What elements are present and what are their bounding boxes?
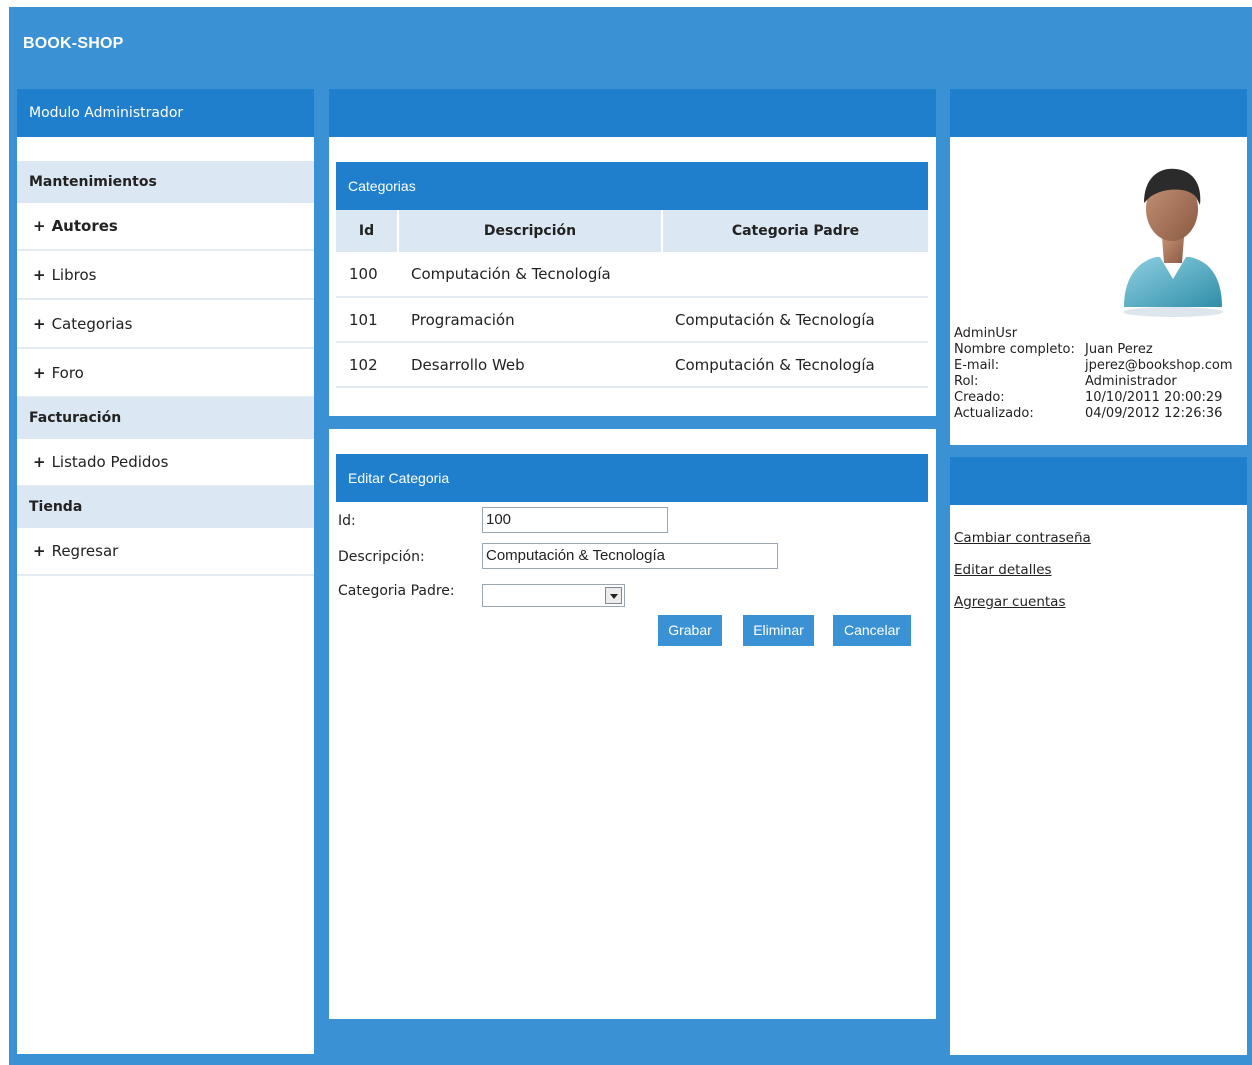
delete-button[interactable]: Eliminar <box>743 615 814 646</box>
section-tienda: Tienda <box>17 486 314 528</box>
cell-descripcion: Programación <box>398 297 662 343</box>
table-row[interactable]: 101 Programación Computación & Tecnologí… <box>336 297 928 343</box>
table-row[interactable]: 102 Desarrollo Web Computación & Tecnolo… <box>336 342 928 388</box>
plus-icon: + <box>33 542 46 560</box>
user-info: AdminUsr Nombre completo: Juan Perez E-ma… <box>954 326 1249 422</box>
user-avatar-icon <box>1123 168 1223 317</box>
brand-logo[interactable]: BOOK-SHOP <box>23 35 123 53</box>
sidebar-item-foro[interactable]: + Foro <box>17 350 314 398</box>
sidebar-item-label: Autores <box>51 217 118 235</box>
sidebar-item-listado-pedidos[interactable]: + Listado Pedidos <box>17 439 314 487</box>
info-value: 04/09/2012 12:26:36 <box>1085 406 1223 421</box>
info-value: Juan Perez <box>1085 342 1153 357</box>
descripcion-field[interactable]: Computación & Tecnología <box>482 543 778 569</box>
categorias-title: Categorias <box>336 162 928 210</box>
info-value: 10/10/2011 20:00:29 <box>1085 390 1223 405</box>
user-panel: AdminUsr Nombre completo: Juan Perez E-ma… <box>950 89 1247 445</box>
info-label: Rol: <box>954 374 979 389</box>
categoria-padre-label: Categoria Padre: <box>338 583 455 599</box>
id-label: Id: <box>338 513 356 529</box>
info-label: Nombre completo: <box>954 342 1075 357</box>
sidebar-header: Modulo Administrador <box>17 89 314 137</box>
sidebar-item-categorias[interactable]: + Categorias <box>17 301 314 349</box>
change-password-link[interactable]: Cambiar contraseña <box>954 530 1091 546</box>
plus-icon: + <box>33 453 46 471</box>
sidebar-item-libros[interactable]: + Libros <box>17 252 314 300</box>
cancel-button[interactable]: Cancelar <box>833 615 911 646</box>
categorias-table: Id Descripción Categoria Padre 100 Compu… <box>336 210 928 388</box>
id-field[interactable]: 100 <box>482 507 668 533</box>
editar-panel: Editar Categoria Id: 100 Descripción: Co… <box>329 429 936 1019</box>
sidebar-item-label: Libros <box>51 266 97 284</box>
save-button[interactable]: Grabar <box>658 615 722 646</box>
plus-icon: + <box>33 266 46 284</box>
cell-descripcion: Desarrollo Web <box>398 342 662 388</box>
sidebar-item-autores[interactable]: + Autores <box>17 203 314 251</box>
cell-padre: Computación & Tecnología <box>662 342 928 388</box>
page-frame: BOOK-SHOP Modulo Administrador Mantenimi… <box>9 7 1252 1065</box>
edit-details-link[interactable]: Editar detalles <box>954 562 1052 578</box>
cell-descripcion: Computación & Tecnología <box>398 252 662 298</box>
section-mantenimientos: Mantenimientos <box>17 161 314 203</box>
cell-id: 101 <box>336 297 398 343</box>
info-label: Creado: <box>954 390 1005 405</box>
plus-icon: + <box>33 364 46 382</box>
categorias-panel: Categorias Id Descripción Categoria Padr… <box>329 89 936 416</box>
info-value: jperez@bookshop.com <box>1085 358 1233 373</box>
username: AdminUsr <box>954 326 1018 341</box>
cell-id: 100 <box>336 252 398 298</box>
account-panel: Cambiar contraseña Editar detalles Agreg… <box>950 457 1247 1055</box>
plus-icon: + <box>33 217 46 235</box>
col-id: Id <box>336 210 399 252</box>
sidebar-item-label: Foro <box>51 364 84 382</box>
editar-title: Editar Categoria <box>336 454 928 502</box>
panel-header <box>950 89 1247 137</box>
info-value: Administrador <box>1085 374 1177 389</box>
panel-header <box>950 457 1247 505</box>
sidebar: Modulo Administrador Mantenimientos + Aut… <box>17 89 314 1054</box>
add-accounts-link[interactable]: Agregar cuentas <box>954 594 1066 610</box>
chevron-down-icon[interactable] <box>605 587 622 604</box>
col-categoria-padre: Categoria Padre <box>662 210 928 252</box>
sidebar-item-label: Categorias <box>51 315 133 333</box>
descripcion-label: Descripción: <box>338 549 425 565</box>
panel-header <box>329 89 936 137</box>
sidebar-item-regresar[interactable]: + Regresar <box>17 528 314 576</box>
categoria-padre-select[interactable] <box>482 584 625 607</box>
cell-padre: Computación & Tecnología <box>662 297 928 343</box>
cell-padre <box>662 252 928 298</box>
plus-icon: + <box>33 315 46 333</box>
cell-id: 102 <box>336 342 398 388</box>
section-facturacion: Facturación <box>17 397 314 439</box>
sidebar-item-label: Regresar <box>51 542 119 560</box>
sidebar-item-label: Listado Pedidos <box>51 453 169 471</box>
col-descripcion: Descripción <box>398 210 663 252</box>
info-label: Actualizado: <box>954 406 1034 421</box>
table-row[interactable]: 100 Computación & Tecnología <box>336 252 928 298</box>
info-label: E-mail: <box>954 358 1000 373</box>
